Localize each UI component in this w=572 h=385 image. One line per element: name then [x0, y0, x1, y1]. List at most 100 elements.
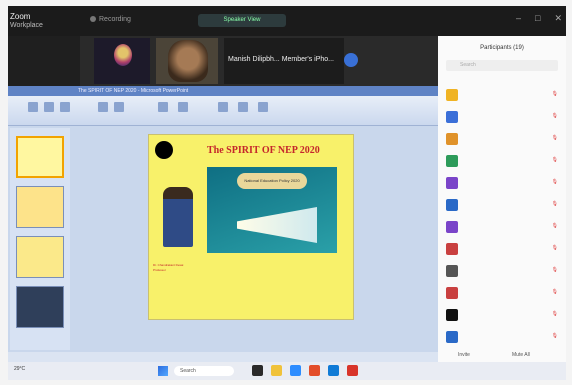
avatar	[446, 243, 458, 255]
slide-thumbnail[interactable]	[16, 136, 64, 178]
ribbon-icon	[60, 102, 70, 112]
minimize-icon[interactable]: –	[516, 13, 521, 24]
avatar	[446, 221, 458, 233]
recording-indicator[interactable]: Recording	[90, 16, 131, 23]
weather-widget[interactable]: 29°C	[14, 366, 25, 372]
invite-button[interactable]: Invite	[458, 352, 470, 358]
mic-muted-icon: 🎙	[551, 311, 558, 317]
light-beam-graphic	[237, 207, 317, 243]
panel-footer: Invite Mute All	[438, 348, 566, 362]
screen-photo: Zoom Workplace Recording Speaker View – …	[8, 6, 566, 380]
shared-screen: The SPIRIT OF NEP 2020 - Microsoft Power…	[8, 86, 438, 362]
logo-icon	[114, 44, 132, 66]
app-subtitle: Workplace	[10, 22, 43, 29]
avatar	[446, 287, 458, 299]
mic-muted-icon: 🎙	[551, 267, 558, 273]
video-tile-name[interactable]: Manish Dilipbh... Member's iPho...	[224, 38, 358, 84]
slide-illustration: National Education Policy 2020	[207, 167, 337, 253]
next-page-icon[interactable]	[344, 53, 358, 67]
slide-thumbnail[interactable]	[16, 236, 64, 278]
taskbar-apps	[252, 365, 358, 376]
logo-icon	[155, 141, 173, 159]
video-tile-person[interactable]	[156, 38, 218, 84]
ribbon-icon	[158, 102, 168, 112]
participant-search-input[interactable]: Search	[446, 60, 558, 71]
window-controls: – □ ✕	[516, 13, 562, 24]
avatar	[446, 155, 458, 167]
avatar	[446, 199, 458, 211]
edge-icon[interactable]	[328, 365, 339, 376]
ribbon-icon	[238, 102, 248, 112]
file-explorer-icon[interactable]	[271, 365, 282, 376]
participant-row[interactable]: 🎙	[442, 174, 562, 192]
mic-muted-icon: 🎙	[551, 157, 558, 163]
participant-video	[168, 40, 208, 82]
taskbar-search[interactable]: Search	[174, 366, 234, 376]
video-strip: Manish Dilipbh... Member's iPho...	[80, 36, 440, 86]
ppt-titlebar: The SPIRIT OF NEP 2020 - Microsoft Power…	[8, 86, 438, 96]
mic-muted-icon: 🎙	[551, 289, 558, 295]
slide-thumbnail[interactable]	[16, 286, 64, 328]
avatar	[446, 133, 458, 145]
mic-muted-icon: 🎙	[551, 135, 558, 141]
participant-row[interactable]: 🎙	[442, 196, 562, 214]
mute-all-button[interactable]: Mute All	[512, 352, 530, 358]
ribbon-icon	[258, 102, 268, 112]
participant-row[interactable]: 🎙	[442, 262, 562, 280]
speaker-title: Professor	[153, 268, 166, 272]
video-tile-logo[interactable]	[94, 38, 150, 84]
mic-muted-icon: 🎙	[551, 245, 558, 251]
mic-muted-icon: 🎙	[551, 113, 558, 119]
mic-muted-icon: 🎙	[551, 179, 558, 185]
participant-row[interactable]: 🎙	[442, 218, 562, 236]
mic-muted-icon: 🎙	[551, 223, 558, 229]
powerpoint-icon[interactable]	[309, 365, 320, 376]
panel-title: Participants (19)	[480, 45, 524, 51]
ribbon-icon	[44, 102, 54, 112]
avatar	[446, 89, 458, 101]
ribbon-icon	[98, 102, 108, 112]
chrome-icon[interactable]	[347, 365, 358, 376]
zoom-topbar: Zoom Workplace Recording Speaker View – …	[8, 6, 566, 36]
participant-row[interactable]: 🎙	[442, 284, 562, 302]
avatar	[446, 265, 458, 277]
participants-panel: Participants (19) Search 🎙 🎙 🎙 🎙 🎙 🎙 🎙 🎙 🎙 🎙 🎙 🎙 In…	[438, 36, 566, 362]
mic-muted-icon: 🎙	[551, 201, 558, 207]
ppt-statusbar	[8, 352, 438, 362]
windows-taskbar: 29°C Search	[8, 362, 566, 380]
maximize-icon[interactable]: □	[535, 13, 540, 24]
mic-muted-icon: 🎙	[551, 91, 558, 97]
participant-row[interactable]: 🎙	[442, 328, 562, 346]
avatar	[446, 111, 458, 123]
close-icon[interactable]: ✕	[554, 13, 562, 24]
participant-row[interactable]: 🎙	[442, 86, 562, 104]
avatar	[446, 331, 458, 343]
start-button[interactable]	[158, 366, 168, 376]
participant-row[interactable]: 🎙	[442, 108, 562, 126]
slide-thumbnails	[10, 128, 70, 350]
mic-muted-icon: 🎙	[551, 333, 558, 339]
avatar	[446, 309, 458, 321]
zoom-icon[interactable]	[290, 365, 301, 376]
app-name: Zoom	[10, 12, 31, 21]
participant-row[interactable]: 🎙	[442, 240, 562, 258]
ppt-ribbon	[8, 96, 438, 126]
slide-footer: Dr. Chandrakant Desai Professor	[153, 263, 349, 273]
record-icon	[90, 16, 96, 23]
view-switch-button[interactable]: Speaker View	[198, 14, 286, 27]
participant-row[interactable]: 🎙	[442, 130, 562, 148]
slide-thumbnail[interactable]	[16, 186, 64, 228]
illustration-label: National Education Policy 2020	[237, 173, 307, 189]
slide-title: The SPIRIT OF NEP 2020	[207, 145, 320, 156]
tile-name: Manish Dilipbh... Member's iPho...	[228, 56, 334, 63]
ribbon-icon	[114, 102, 124, 112]
current-slide: The SPIRIT OF NEP 2020 National Educatio…	[148, 134, 354, 320]
app-label: Zoom Workplace	[10, 12, 43, 30]
avatar	[446, 177, 458, 189]
ribbon-icon	[218, 102, 228, 112]
participant-row[interactable]: 🎙	[442, 306, 562, 324]
speaker-photo	[163, 187, 193, 247]
participant-row[interactable]: 🎙	[442, 152, 562, 170]
task-view-icon[interactable]	[252, 365, 263, 376]
ribbon-icon	[28, 102, 38, 112]
